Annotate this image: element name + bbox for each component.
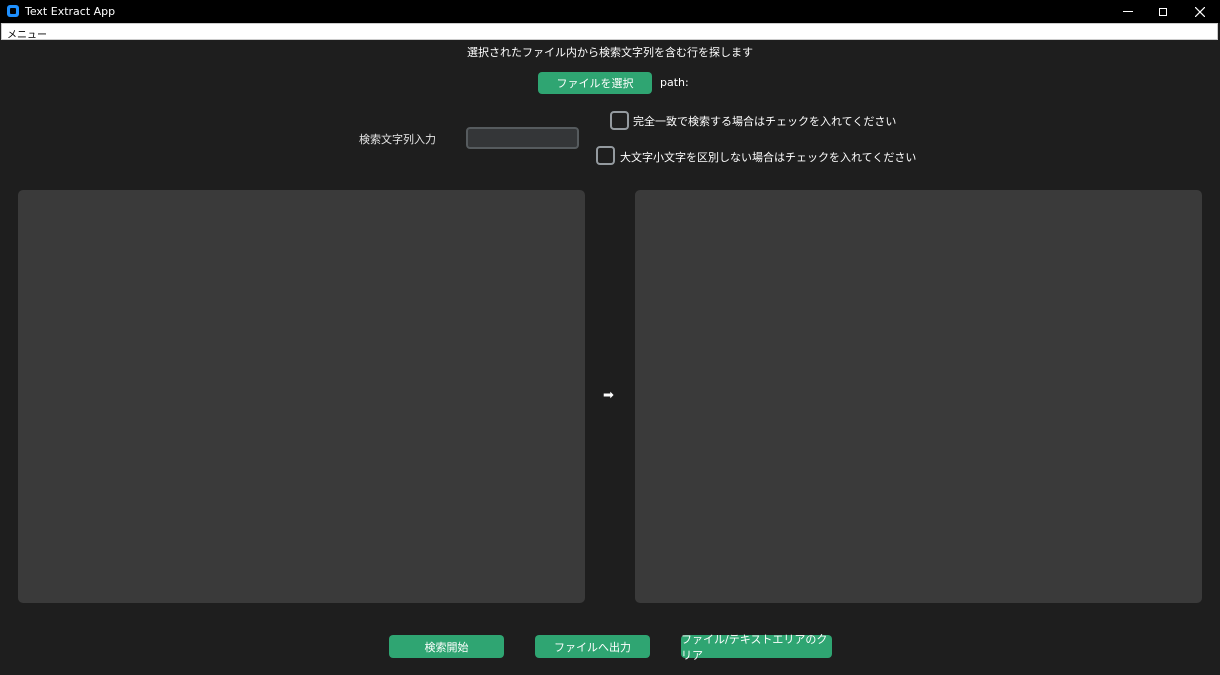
exact-match-checkbox[interactable]: [610, 111, 629, 130]
clear-button[interactable]: ファイル/テキストエリアのクリア: [681, 633, 832, 662]
ignore-case-checkbox[interactable]: [596, 146, 615, 165]
menu-item-menu[interactable]: メニュー: [7, 26, 47, 41]
search-label: 検索文字列入力: [359, 133, 436, 146]
minimize-button[interactable]: [1110, 0, 1146, 23]
minimize-icon: [1123, 11, 1133, 12]
arrow-right-icon: ➡: [603, 388, 614, 403]
maximize-button[interactable]: [1145, 0, 1181, 23]
ignore-case-label: 大文字小文字を区別しない場合はチェックを入れてください: [620, 151, 917, 164]
menu-bar: メニュー: [1, 23, 1218, 41]
app-icon: [7, 5, 19, 17]
close-button[interactable]: [1182, 0, 1218, 23]
search-start-button[interactable]: 検索開始: [389, 635, 504, 658]
exact-match-label: 完全一致で検索する場合はチェックを入れてください: [633, 115, 897, 128]
window-title: Text Extract App: [25, 5, 116, 18]
output-file-button[interactable]: ファイルへ出力: [535, 635, 650, 658]
title-bar: Text Extract App: [0, 0, 1220, 23]
input-textarea[interactable]: [18, 190, 585, 603]
path-label: path:: [660, 76, 689, 89]
select-file-button[interactable]: ファイルを選択: [538, 72, 652, 94]
search-input[interactable]: [466, 127, 579, 149]
maximize-icon: [1159, 7, 1167, 16]
close-icon: [1195, 6, 1205, 17]
instruction-text: 選択されたファイル内から検索文字列を含む行を探します: [467, 46, 753, 59]
output-textarea[interactable]: [635, 190, 1202, 603]
